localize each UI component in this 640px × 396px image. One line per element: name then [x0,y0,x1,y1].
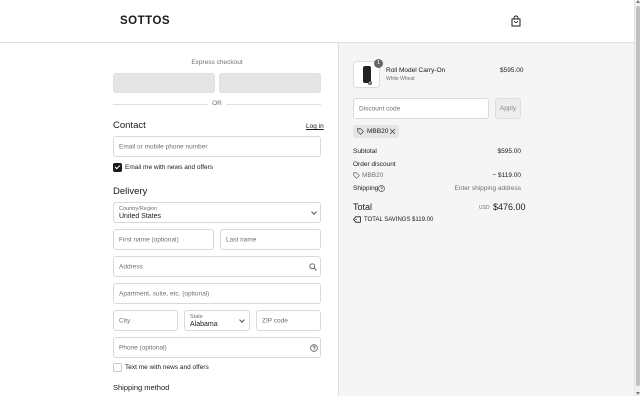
address-field[interactable]: Address [113,256,321,277]
zip-placeholder: ZIP code [262,317,288,324]
email-news-checkbox[interactable] [113,163,122,172]
discount-value: − $119.00 [492,172,521,179]
tag-icon [353,172,360,179]
discount-code-field[interactable]: Discount code [353,98,489,119]
contact-heading: Contact [113,120,146,131]
scrollbar[interactable] [634,0,640,396]
subtotal-label: Subtotal [353,148,377,155]
applied-code-text: MBB20 [367,128,389,135]
first-name-field[interactable]: First name (optional) [113,229,214,250]
phone-placeholder: Phone (optional) [119,344,167,351]
login-link[interactable]: Log in [306,123,324,130]
shipping-value: Enter shipping address [454,185,522,192]
delivery-heading: Delivery [113,186,148,197]
state-label: State [190,314,203,320]
sms-news-checkbox[interactable] [113,363,122,372]
subtotal-value: $595.00 [497,148,522,155]
product-variant: White Wheat [386,76,415,82]
apply-button[interactable]: Apply [495,98,521,119]
city-field[interactable]: City [113,310,178,331]
search-icon [309,263,317,271]
total-currency: USD [479,205,490,211]
chevron-down-icon [239,317,245,323]
express-checkout-title: Express checkout [191,59,243,66]
close-icon[interactable] [389,128,396,135]
last-name-placeholder: Last name [226,236,257,243]
total-label: Total [353,202,373,212]
total-value: $476.00 [493,202,526,212]
shipping-label: Shipping [353,185,379,192]
email-news-label: Email me with news and offers [125,164,214,171]
express-pay-button-1[interactable] [113,73,215,93]
tag-icon [357,128,364,135]
scroll-down-arrow-icon[interactable] [636,392,640,395]
savings-tag-icon [353,216,361,223]
quantity-badge: 1 [374,59,383,68]
product-price: $595.00 [500,67,524,74]
zip-field[interactable]: ZIP code [256,310,321,331]
site-header: SOTTOS [0,0,634,43]
total-savings-label: TOTAL SAVINGS [364,217,411,223]
check-icon [114,163,121,170]
shopping-bag-icon[interactable] [510,15,522,27]
country-label: Country/Region [119,206,158,212]
phone-field[interactable]: Phone (optional) [113,337,321,358]
apartment-placeholder: Apartment, suite, etc. (optional) [119,290,210,297]
address-placeholder: Address [119,263,143,270]
state-value: Alabama [190,321,218,328]
chevron-down-icon [311,209,317,215]
last-name-field[interactable]: Last name [220,229,321,250]
help-icon[interactable] [378,185,385,192]
discount-placeholder: Discount code [359,105,401,112]
store-logo[interactable]: SOTTOS [120,15,170,27]
first-name-placeholder: First name (optional) [119,236,179,243]
scroll-up-arrow-icon[interactable] [636,0,640,3]
state-select[interactable]: State Alabama [184,310,250,331]
or-divider-text: OR [208,100,226,107]
order-discount-label: Order discount [353,161,396,168]
shipping-method-heading: Shipping method [113,383,170,392]
apartment-field[interactable]: Apartment, suite, etc. (optional) [113,283,321,304]
city-placeholder: City [119,317,131,324]
scrollbar-thumb[interactable] [636,6,640,386]
discount-code-text: MBB20 [362,172,384,179]
sms-news-label: Text me with news and offers [125,364,209,371]
help-icon[interactable] [310,344,318,352]
email-field[interactable]: Email or mobile phone number [113,136,321,157]
suitcase-icon [363,66,372,85]
total-savings-value: $119.00 [412,217,434,223]
product-name: Roll Model Carry-On [386,67,446,74]
country-select[interactable]: Country/Region United States [113,202,321,223]
email-placeholder: Email or mobile phone number [119,143,208,150]
express-pay-button-2[interactable] [219,73,321,93]
country-value: United States [119,213,162,220]
